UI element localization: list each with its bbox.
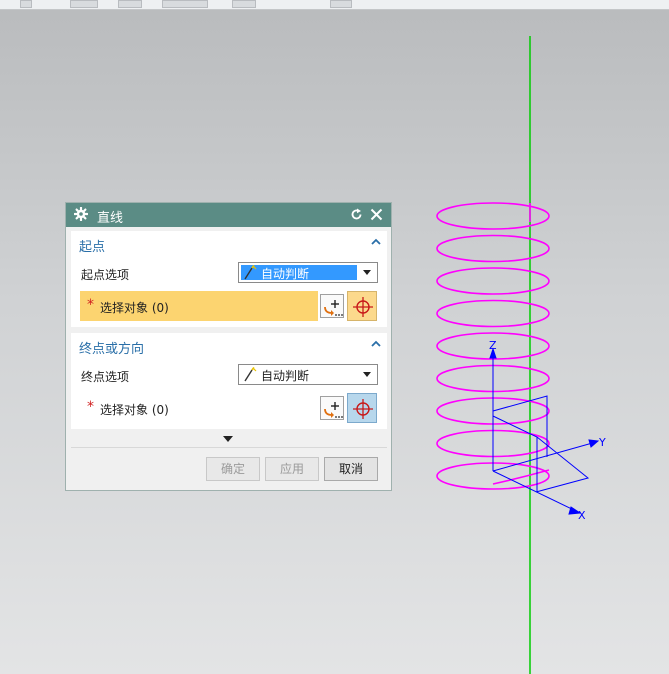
- start-select-object-label: 选择对象 (0): [100, 301, 169, 315]
- y-arrow-head: [588, 439, 600, 448]
- start-option-value: 自动判断: [261, 267, 310, 281]
- line-dialog: 直线 起点 起点选项 自动判断 * 选择对象 (0) 终点或方向 终点选项 自动…: [65, 202, 392, 491]
- required-marker: *: [87, 297, 94, 313]
- axis-label-z: Z: [489, 339, 497, 352]
- start-option-label: 起点选项: [81, 268, 130, 282]
- divider: [71, 447, 387, 448]
- start-option-dropdown[interactable]: 自动判断: [238, 262, 378, 283]
- chevron-up-icon[interactable]: [370, 236, 382, 248]
- axis-label-x: X: [578, 509, 586, 522]
- apply-button[interactable]: 应用: [265, 457, 319, 481]
- end-option-dropdown[interactable]: 自动判断: [238, 364, 378, 385]
- end-option-label: 终点选项: [81, 370, 130, 384]
- start-snap-point-button[interactable]: [347, 291, 377, 321]
- dropdown-arrow-icon: [363, 372, 371, 377]
- start-point-heading[interactable]: 起点: [79, 236, 105, 255]
- axis-label-y: Y: [598, 436, 606, 449]
- chevron-down-icon[interactable]: [223, 436, 233, 442]
- chevron-up-icon[interactable]: [370, 338, 382, 350]
- crosshair-icon: [353, 297, 373, 317]
- end-point-group: 终点或方向 终点选项 自动判断 * 选择对象 (0): [71, 333, 387, 429]
- start-point-group: 起点 起点选项 自动判断 * 选择对象 (0): [71, 231, 387, 327]
- end-point-dialog-button[interactable]: [320, 396, 344, 420]
- gear-icon: [74, 207, 88, 221]
- triad-plane-yz: [492, 395, 548, 457]
- ok-button[interactable]: 确定: [206, 457, 260, 481]
- crosshair-icon: [353, 399, 373, 419]
- cancel-button[interactable]: 取消: [324, 457, 378, 481]
- helix-end-bottom: [492, 469, 550, 485]
- infer-point-icon: [244, 265, 257, 280]
- reset-icon[interactable]: [350, 208, 363, 221]
- end-snap-point-button[interactable]: [347, 393, 377, 423]
- dialog-title-bar: 直线: [66, 203, 391, 227]
- required-marker: *: [87, 399, 94, 415]
- close-icon[interactable]: [370, 208, 383, 221]
- end-option-value: 自动判断: [261, 369, 310, 383]
- end-point-heading[interactable]: 终点或方向: [79, 338, 144, 357]
- point-constructor-icon: [324, 402, 343, 418]
- end-select-object-row[interactable]: * 选择对象 (0): [80, 393, 318, 423]
- start-select-object-row[interactable]: * 选择对象 (0): [80, 291, 318, 321]
- start-point-dialog-button[interactable]: [320, 294, 344, 318]
- dialog-title: 直线: [97, 211, 124, 226]
- triad-x-axis: [492, 470, 579, 513]
- dropdown-arrow-icon: [363, 270, 371, 275]
- end-select-object-label: 选择对象 (0): [100, 403, 169, 417]
- point-constructor-icon: [324, 300, 343, 316]
- infer-point-icon: [244, 367, 257, 382]
